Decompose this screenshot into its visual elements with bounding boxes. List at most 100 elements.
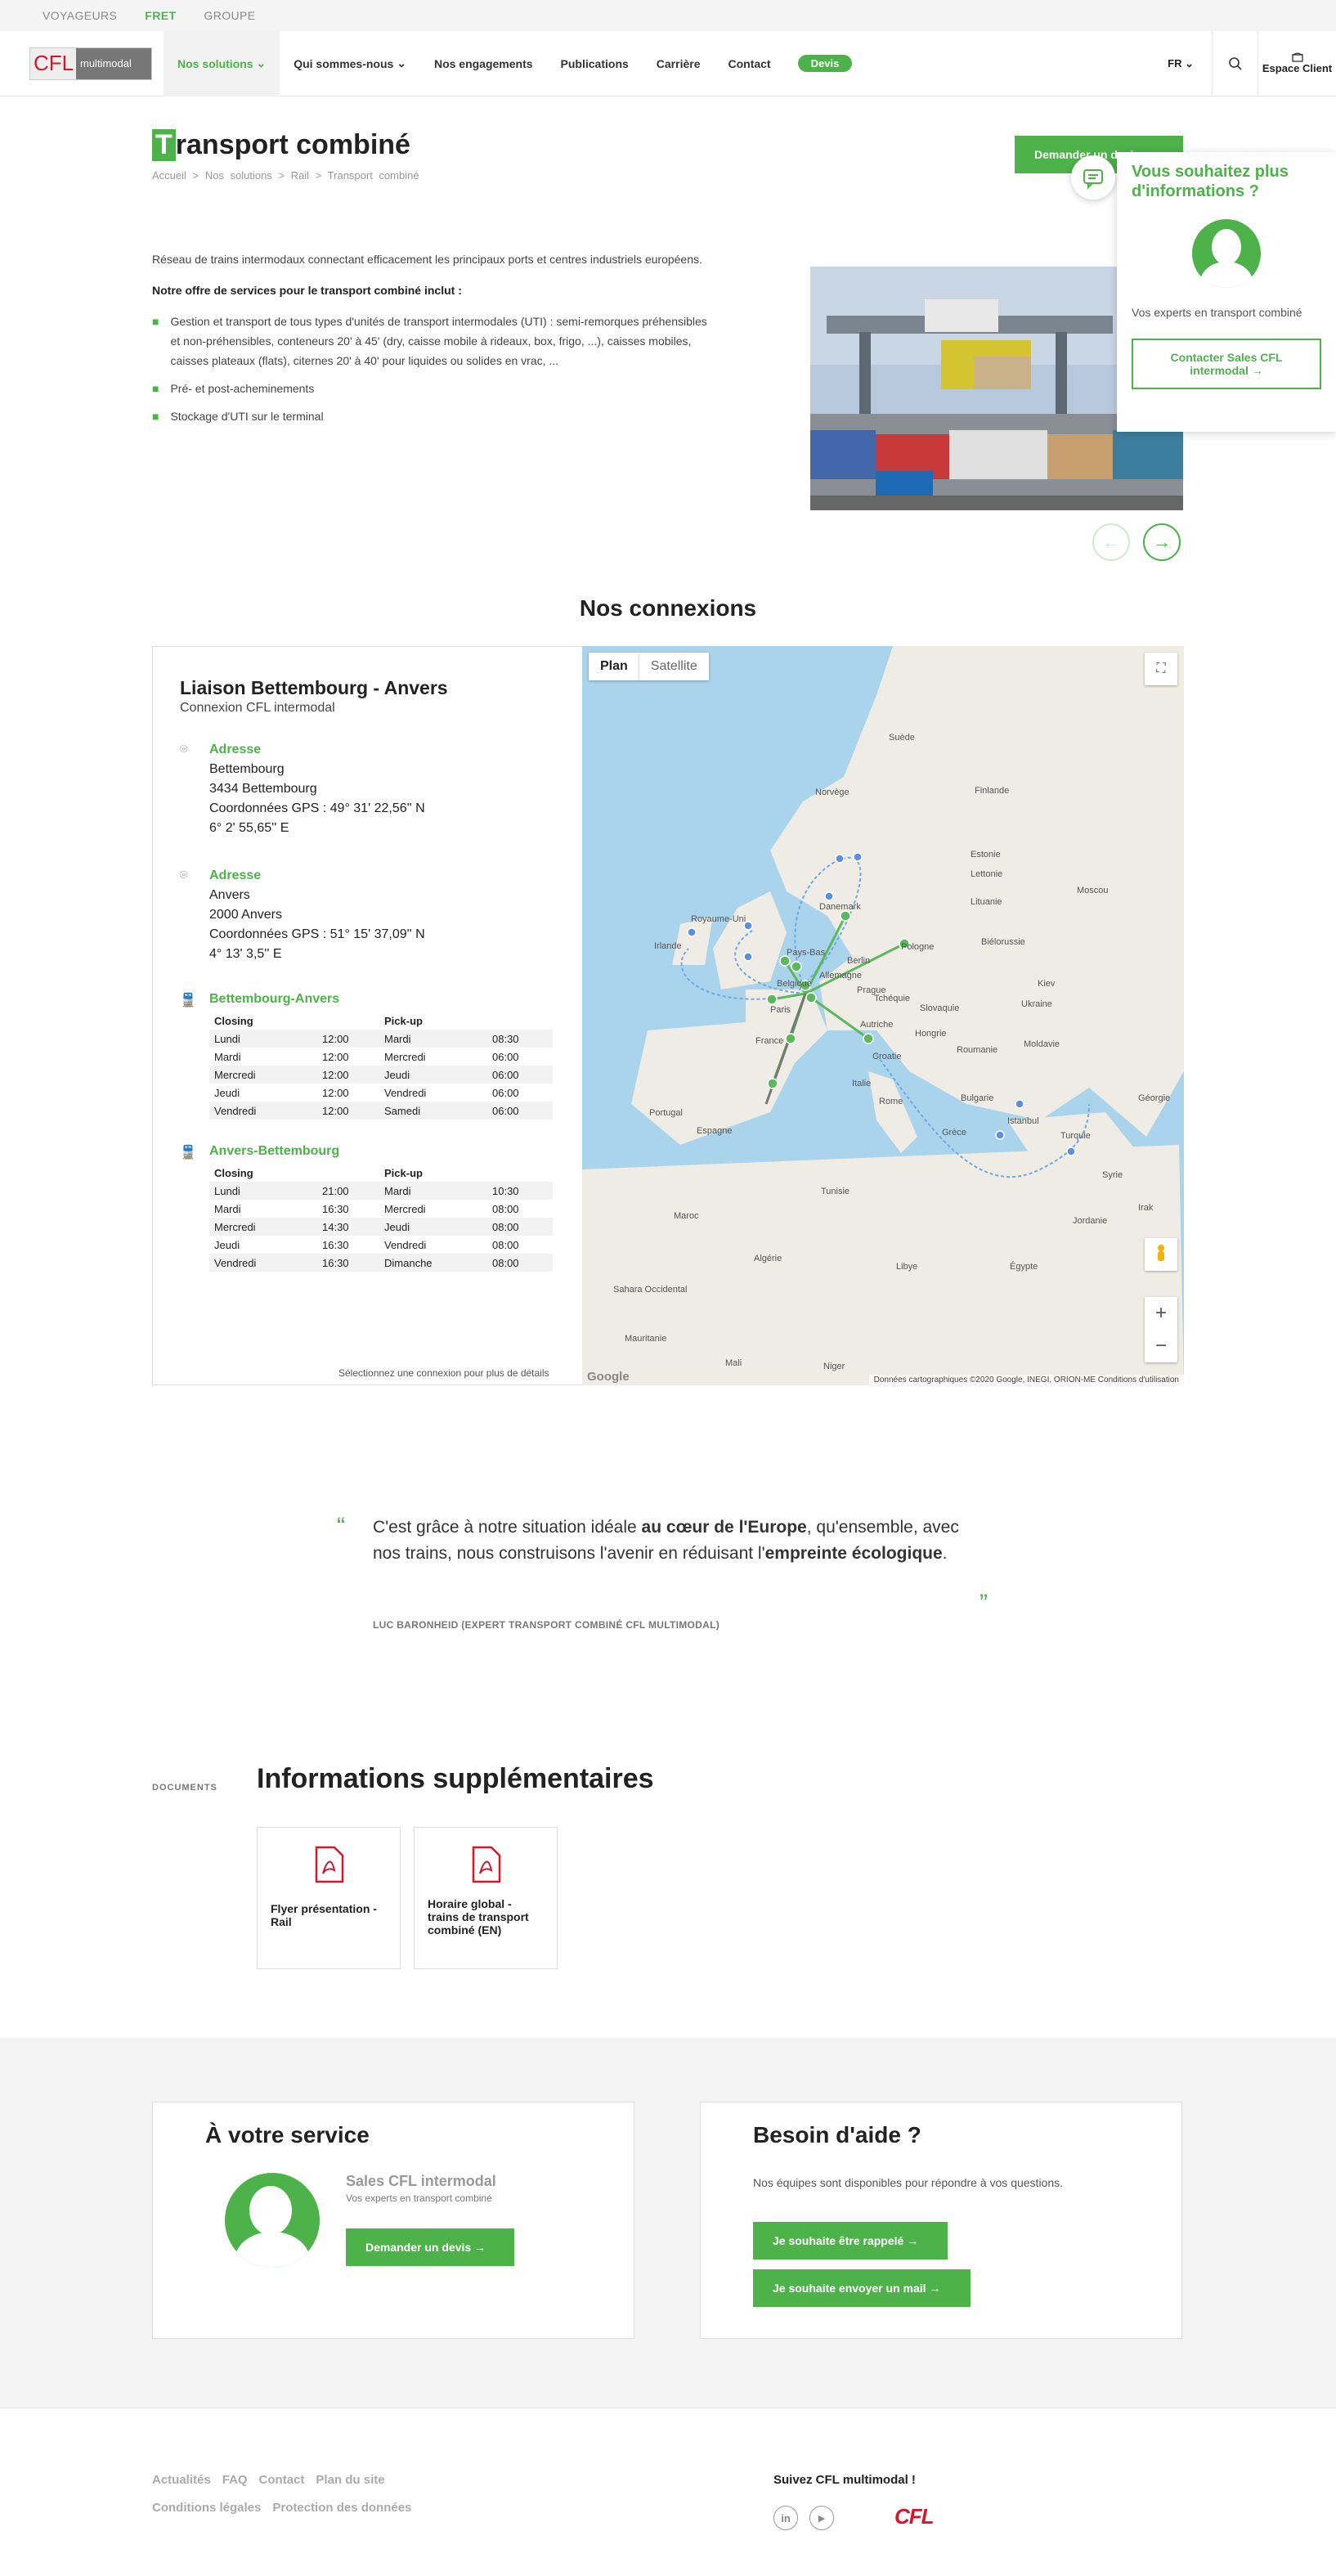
- voyageurs-link[interactable]: VOYAGEURS: [43, 9, 117, 22]
- devis-button[interactable]: Devis: [797, 55, 853, 72]
- map-label: Hongrie: [915, 1029, 947, 1039]
- doc-horaire[interactable]: Horaire global - trains de transport com…: [414, 1827, 558, 1969]
- train-icon: 🚆: [180, 1146, 196, 1160]
- zoom-out-button[interactable]: −: [1145, 1330, 1177, 1362]
- nav-qui-sommes-nous[interactable]: Qui sommes-nous ⌄: [280, 31, 420, 96]
- map-label: Irlande: [654, 941, 682, 951]
- quote-close-icon: ”: [980, 1590, 988, 1617]
- search-icon: [1228, 57, 1242, 70]
- table-cell: Mercredi: [384, 1050, 426, 1063]
- liaison-title: Liaison Bettembourg - Anvers: [180, 677, 448, 698]
- table-row: Vendredi 12:00 Samedi 06:00: [209, 1102, 553, 1120]
- table-cell: Lundi: [209, 1182, 317, 1200]
- nav-nos-engagements[interactable]: Nos engagements: [420, 31, 547, 96]
- arrow-left-icon: ←: [1102, 532, 1120, 552]
- table-cell: Mardi: [214, 1050, 241, 1063]
- logo-text: multimodal: [80, 57, 132, 70]
- fullscreen-button[interactable]: ⛶: [1145, 653, 1177, 685]
- chat-icon: [1083, 169, 1103, 190]
- logo[interactable]: CFL multimodal: [29, 47, 152, 80]
- search-button[interactable]: [1212, 31, 1258, 96]
- pegman-button[interactable]: [1145, 1238, 1177, 1271]
- map-label: Niger: [823, 1362, 845, 1371]
- footer-protection[interactable]: Protection des données: [272, 2501, 411, 2515]
- table-cell: 16:30: [322, 1238, 349, 1251]
- schedule-block: 🚆 Anvers-Bettembourg Closing Pick-up Lundi…: [180, 1144, 572, 1272]
- intro-text: Réseau de trains intermodaux connectant …: [152, 253, 702, 266]
- espace-client-button[interactable]: Espace Client: [1258, 31, 1336, 96]
- cfl-logo[interactable]: CFL: [894, 2504, 935, 2529]
- footer-conditions[interactable]: Conditions légales: [152, 2501, 261, 2515]
- map-type-control: Plan Satellite: [589, 653, 709, 680]
- avatar: [225, 2173, 320, 2268]
- footer-actualites[interactable]: Actualités: [152, 2473, 211, 2487]
- doc-flyer[interactable]: Flyer présentation - Rail: [257, 1827, 401, 1969]
- footer-contact[interactable]: Contact: [259, 2473, 305, 2487]
- map-label: Lituanie: [971, 897, 1002, 907]
- info-popup: Vous souhaitez plus d'informations ? Vos…: [1117, 152, 1336, 432]
- map-label: Suède: [889, 733, 915, 743]
- nav-publications[interactable]: Publications: [547, 31, 643, 96]
- lang-select[interactable]: FR ⌄: [1150, 57, 1212, 70]
- map-label: Maroc: [674, 1211, 699, 1221]
- table-row: Vendredi 16:30 Dimanche 08:00: [209, 1254, 553, 1272]
- nav-carriere[interactable]: Carrière: [643, 31, 715, 96]
- contact-sales-button[interactable]: Contacter Sales CFL intermodal →: [1132, 339, 1321, 389]
- table-cell: 12:00: [317, 1030, 379, 1048]
- chat-toggle[interactable]: [1071, 155, 1115, 200]
- table-cell: 12:00: [322, 1086, 349, 1099]
- footer-faq[interactable]: FAQ: [222, 2473, 248, 2487]
- docs-title: Informations supplémentaires: [257, 1763, 654, 1794]
- zoom-control: + −: [1145, 1297, 1177, 1362]
- breadcrumb-solutions[interactable]: Nos solutions: [205, 169, 272, 182]
- table-cell: Jeudi: [379, 1218, 487, 1236]
- schedule-table: Closing Pick-up Lundi 12:00 Mardi 08:30 Mardi 1…: [209, 1012, 553, 1120]
- next-arrow-button[interactable]: →: [1143, 523, 1181, 561]
- map-label: Biélorussie: [981, 937, 1025, 947]
- service-devis-button[interactable]: Demander un devis →: [346, 2228, 514, 2266]
- map-label: Lettonie: [971, 869, 1002, 879]
- nav-contact[interactable]: Contact: [714, 31, 784, 96]
- table-cell: 06:00: [487, 1066, 553, 1084]
- linkedin-icon[interactable]: in: [773, 2506, 798, 2530]
- rappel-button[interactable]: Je souhaite être rappelé →: [753, 2222, 948, 2260]
- map-label: Slovaquie: [920, 1003, 959, 1013]
- nav-nos-solutions[interactable]: Nos solutions ⌄: [164, 30, 280, 96]
- map-plan-button[interactable]: Plan: [589, 653, 639, 680]
- map-credits[interactable]: Données cartographiques ©2020 Google, IN…: [868, 1375, 1184, 1385]
- intro-subtitle: Notre offre de services pour le transpor…: [152, 284, 462, 297]
- aide-text: Nos équipes sont disponibles pour répond…: [753, 2176, 1064, 2189]
- table-cell: Mercredi: [209, 1066, 317, 1084]
- map[interactable]: Suède Finlande Norvège Estonie Lettonie Litua…: [582, 646, 1184, 1385]
- footer-plan[interactable]: Plan du site: [316, 2473, 384, 2487]
- groupe-link[interactable]: GROUPE: [204, 9, 255, 22]
- map-label: Pays-Bas: [787, 948, 826, 958]
- map-label: Égypte: [1010, 1261, 1038, 1272]
- map-label: Bulgarie: [961, 1093, 993, 1103]
- map-label: Belgique: [777, 979, 812, 989]
- table-cell: Mardi: [379, 1182, 487, 1200]
- table-row: Jeudi 16:30 Vendredi 08:00: [209, 1236, 553, 1254]
- breadcrumb-rail[interactable]: Rail: [291, 169, 309, 182]
- logo-mark: CFL: [33, 51, 74, 75]
- breadcrumb-accueil[interactable]: Accueil: [152, 169, 186, 182]
- table-row: Mardi 12:00 Mercredi 06:00: [209, 1048, 553, 1066]
- train-icon: 🚆: [180, 994, 196, 1008]
- map-label: Jordanie: [1073, 1216, 1107, 1226]
- quote-open-icon: “: [337, 1513, 345, 1540]
- map-canvas[interactable]: Suède Finlande Norvège Estonie Lettonie Litua…: [582, 646, 1184, 1385]
- list-item: ■ Gestion et transport de tous types d'un…: [152, 315, 707, 367]
- map-label: Norvège: [815, 788, 850, 797]
- table-cell: Mercredi: [209, 1218, 317, 1236]
- prev-arrow-button[interactable]: ←: [1092, 523, 1130, 561]
- zoom-in-button[interactable]: +: [1145, 1297, 1177, 1330]
- map-satellite-button[interactable]: Satellite: [639, 653, 709, 680]
- youtube-icon[interactable]: ▶: [809, 2506, 834, 2530]
- map-label: Prague: [857, 985, 885, 995]
- fret-link[interactable]: FRET: [145, 9, 176, 22]
- mail-button[interactable]: Je souhaite envoyer un mail →: [753, 2269, 971, 2307]
- table-cell: 16:30: [322, 1202, 349, 1215]
- table-cell: Mercredi: [384, 1202, 426, 1215]
- map-label: Mauritanie: [625, 1334, 666, 1344]
- map-label: Pologne: [901, 942, 934, 952]
